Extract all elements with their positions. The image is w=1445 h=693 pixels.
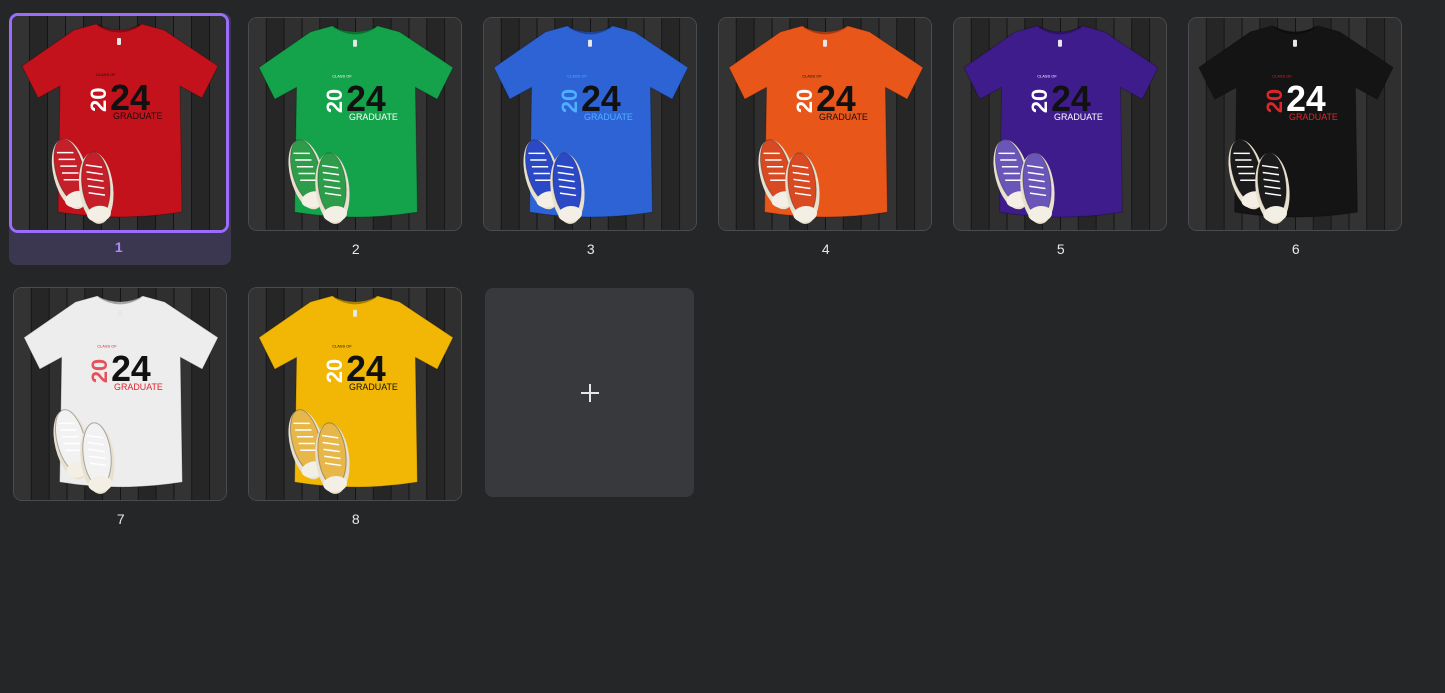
page-preview-5[interactable]: CLASS OF 20 24 GRADUATE xyxy=(953,17,1167,231)
mockup-image: CLASS OF2024GRADUATE xyxy=(14,288,226,500)
add-page-button[interactable] xyxy=(485,288,694,497)
svg-text:CLASS OF: CLASS OF xyxy=(1037,73,1057,78)
page-preview-7[interactable]: CLASS OF 20 24 GRADUATE xyxy=(13,287,227,501)
svg-text:GRADUATE: GRADUATE xyxy=(114,382,163,392)
page-preview-8[interactable]: CLASS OF 20 24 GRADUATE xyxy=(248,287,462,501)
page-number-label: 2 xyxy=(351,241,361,257)
svg-text:CLASS OF: CLASS OF xyxy=(332,343,352,348)
page-number-label: 6 xyxy=(1291,241,1301,257)
svg-text:20: 20 xyxy=(557,89,582,113)
page-preview-4[interactable]: CLASS OF 20 24 GRADUATE xyxy=(718,17,932,231)
svg-text:CLASS OF: CLASS OF xyxy=(332,73,352,78)
page-thumbnail-8[interactable]: CLASS OF 20 24 GRADUATE 8 xyxy=(246,285,468,537)
svg-text:GRADUATE: GRADUATE xyxy=(113,111,162,121)
svg-text:GRADUATE: GRADUATE xyxy=(819,112,868,122)
svg-text:CLASS OF: CLASS OF xyxy=(1272,73,1292,78)
svg-text:GRADUATE: GRADUATE xyxy=(349,112,398,122)
mockup-image: CLASS OF2024GRADUATE xyxy=(1189,18,1401,230)
svg-text:20: 20 xyxy=(1027,89,1052,113)
svg-text:20: 20 xyxy=(86,88,111,112)
mockup-image: CLASS OF2024GRADUATE xyxy=(719,18,931,230)
svg-text:GRADUATE: GRADUATE xyxy=(349,382,398,392)
svg-text:GRADUATE: GRADUATE xyxy=(584,112,633,122)
page-preview-2[interactable]: CLASS OF 20 24 GRADUATE xyxy=(248,17,462,231)
page-number-label: 1 xyxy=(114,239,124,255)
page-thumbnail-4[interactable]: CLASS OF 20 24 GRADUATE 4 xyxy=(716,15,938,267)
page-thumbnail-3[interactable]: CLASS OF 20 24 GRADUATE 3 xyxy=(481,15,703,267)
svg-text:GRADUATE: GRADUATE xyxy=(1054,112,1103,122)
mockup-image: CLASS OF2024GRADUATE xyxy=(249,288,461,500)
page-preview-1[interactable]: CLASS OF 20 24 GRADUATE xyxy=(9,13,229,233)
plus-icon xyxy=(580,383,600,403)
page-preview-3[interactable]: CLASS OF 20 24 GRADUATE xyxy=(483,17,697,231)
page-thumbnail-2[interactable]: CLASS OF 20 24 GRADUATE 2 xyxy=(246,15,468,267)
page-number-label: 4 xyxy=(821,241,831,257)
svg-text:GRADUATE: GRADUATE xyxy=(1289,112,1338,122)
svg-text:20: 20 xyxy=(1262,89,1287,113)
svg-text:20: 20 xyxy=(87,359,112,383)
svg-text:CLASS OF: CLASS OF xyxy=(802,73,822,78)
svg-text:CLASS OF: CLASS OF xyxy=(567,73,587,78)
svg-text:20: 20 xyxy=(322,359,347,383)
page-thumbnail-6[interactable]: CLASS OF 20 24 GRADUATE 6 xyxy=(1186,15,1408,267)
svg-text:20: 20 xyxy=(792,89,817,113)
mockup-image: CLASS OF2024GRADUATE xyxy=(484,18,696,230)
mockup-image: CLASS OF2024GRADUATE xyxy=(12,16,226,230)
page-thumbnail-7[interactable]: CLASS OF 20 24 GRADUATE 7 xyxy=(11,285,233,537)
page-preview-6[interactable]: CLASS OF 20 24 GRADUATE xyxy=(1188,17,1402,231)
page-thumbnail-1[interactable]: CLASS OF 20 24 GRADUATE 1 xyxy=(9,13,231,265)
page-number-label: 7 xyxy=(116,511,126,527)
svg-text:20: 20 xyxy=(322,89,347,113)
mockup-image: CLASS OF2024GRADUATE xyxy=(249,18,461,230)
page-number-label: 8 xyxy=(351,511,361,527)
svg-text:CLASS OF: CLASS OF xyxy=(97,343,117,348)
mockup-image: CLASS OF2024GRADUATE xyxy=(954,18,1166,230)
pages-grid: CLASS OF 20 24 GRADUATE 1 CLASS OF 20 24 GRADU… xyxy=(0,0,1445,693)
page-number-label: 5 xyxy=(1056,241,1066,257)
page-thumbnail-5[interactable]: CLASS OF 20 24 GRADUATE 5 xyxy=(951,15,1173,267)
page-number-label: 3 xyxy=(586,241,596,257)
